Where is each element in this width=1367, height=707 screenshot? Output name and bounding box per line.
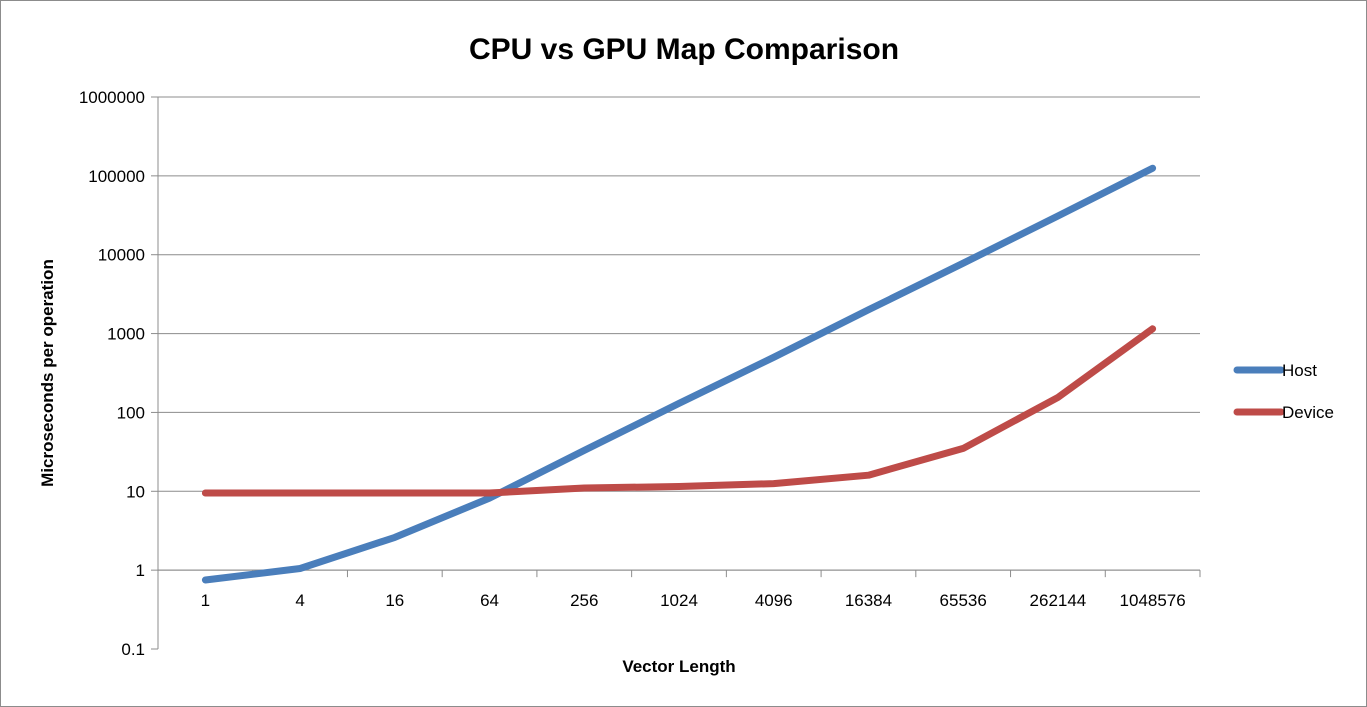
- y-tick-label: 100000: [88, 167, 145, 186]
- y-tick-label: 1: [136, 561, 145, 580]
- x-tick-label: 4: [295, 591, 304, 610]
- y-tick-label: 10: [126, 482, 145, 501]
- series-line-device: [201, 325, 1157, 497]
- y-tick-label: 1000: [107, 325, 145, 344]
- chart-title: CPU vs GPU Map Comparison: [469, 33, 899, 66]
- x-tick-label: 262144: [1030, 591, 1087, 610]
- chart-frame: CPU vs GPU Map Comparison 1000000 100000 1…: [0, 0, 1367, 707]
- y-tick-label: 0.1: [121, 640, 145, 659]
- y-tick-label: 10000: [98, 246, 145, 265]
- x-tick-label: 16: [385, 591, 404, 610]
- legend-label-device: Device: [1282, 403, 1334, 422]
- x-tick-label: 4096: [755, 591, 793, 610]
- x-tick-label: 1048576: [1120, 591, 1186, 610]
- y-axis-title: Microseconds per operation: [38, 259, 57, 487]
- legend-label-host: Host: [1282, 361, 1317, 380]
- x-tick-label: 16384: [845, 591, 892, 610]
- y-tick-label: 100: [117, 403, 145, 422]
- y-tick-label: 1000000: [79, 88, 145, 107]
- x-tick-label: 1: [201, 591, 210, 610]
- chart-svg: CPU vs GPU Map Comparison 1000000 100000 1…: [38, 33, 1334, 676]
- x-axis-title: Vector Length: [622, 657, 735, 676]
- series-lines: [201, 164, 1157, 584]
- legend: Host Device: [1233, 361, 1334, 422]
- x-tick-label: 64: [480, 591, 499, 610]
- grid-lines: [158, 96, 1200, 571]
- x-tick-label: 256: [570, 591, 598, 610]
- series-line-host: [201, 164, 1157, 584]
- x-tick-label: 65536: [940, 591, 987, 610]
- x-tick-label: 1024: [660, 591, 698, 610]
